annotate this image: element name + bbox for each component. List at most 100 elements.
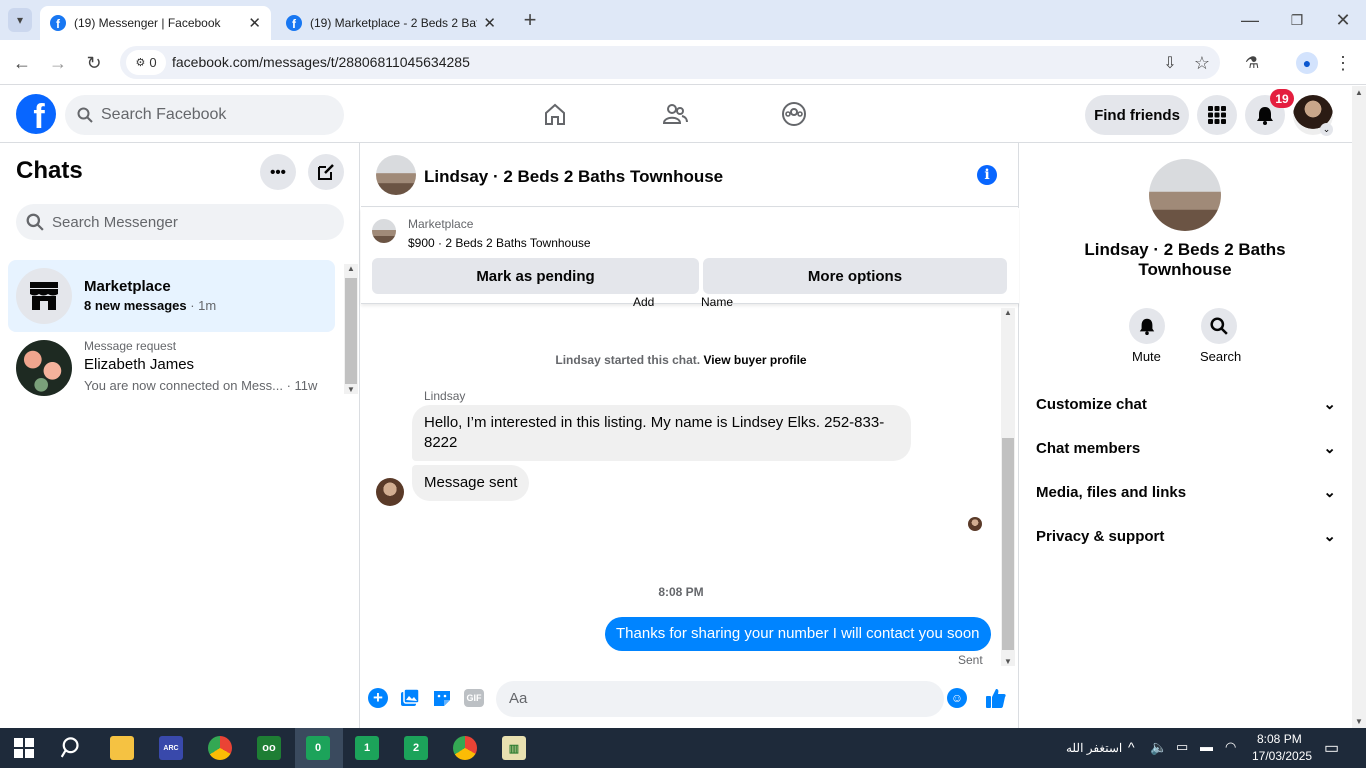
restore-icon[interactable]: ❐ — [1285, 8, 1309, 32]
install-app-icon[interactable]: ⇩ — [1158, 51, 1182, 75]
show-hidden-icons-icon[interactable]: ^ — [1128, 739, 1135, 755]
customize-chat-section[interactable]: Customize chat ⌄ — [1036, 392, 1336, 416]
volume-icon[interactable]: 🔈 — [1150, 739, 1167, 756]
page-scrollbar[interactable]: ▲ ▼ — [1352, 86, 1366, 728]
incoming-message[interactable]: Message sent — [412, 465, 530, 501]
marketplace-avatar — [16, 268, 72, 324]
chats-title: Chats — [16, 157, 83, 184]
taskbar-app-0[interactable]: 0 — [306, 736, 330, 760]
new-tab-icon[interactable]: + — [518, 7, 542, 32]
browser-toolbar: ← → ↻ ⚙ 0 facebook.com/messages/t/288068… — [0, 40, 1366, 85]
clipped-text-name: Name — [701, 295, 734, 307]
conversation-avatar[interactable] — [376, 155, 416, 195]
labs-flask-icon[interactable]: ⚗ — [1240, 51, 1264, 75]
privacy-support-section[interactable]: Privacy & support ⌄ — [1036, 524, 1336, 548]
more-options-button[interactable]: More options — [703, 258, 1007, 294]
mute-button[interactable] — [1129, 308, 1165, 344]
details-avatar[interactable] — [1149, 159, 1221, 231]
taskbar-search-icon[interactable] — [60, 736, 84, 760]
windows-start-icon[interactable] — [12, 736, 36, 760]
friends-icon[interactable] — [660, 99, 690, 129]
message-request-label: Message request — [84, 339, 177, 353]
conversation-panel: Lindsay · 2 Beds 2 Baths Townhouse i Mar… — [361, 143, 1019, 728]
emoji-icon[interactable]: ☺ — [946, 687, 968, 709]
minimize-icon[interactable]: — — [1238, 8, 1262, 32]
listing-title[interactable]: $900 · 2 Beds 2 Baths Townhouse — [408, 236, 591, 250]
reload-icon[interactable]: ↻ — [82, 51, 106, 75]
browser-menu-icon[interactable]: ⋮ — [1331, 51, 1355, 75]
message-input[interactable]: Aa — [496, 681, 944, 717]
close-window-icon[interactable]: ✕ — [1331, 8, 1355, 32]
groups-icon[interactable] — [779, 99, 809, 129]
close-tab-icon[interactable]: ✕ — [483, 14, 496, 32]
chrome-icon[interactable] — [208, 736, 232, 760]
outgoing-message[interactable]: Thanks for sharing your number I will co… — [605, 617, 991, 651]
mark-as-pending-button[interactable]: Mark as pending — [372, 258, 699, 294]
forward-icon[interactable]: → — [46, 51, 70, 75]
taskbar-app-2[interactable]: 2 — [404, 736, 428, 760]
home-icon[interactable] — [540, 99, 570, 129]
notifications-center-icon[interactable]: ▭ — [1324, 738, 1339, 758]
tab-marketplace[interactable]: f (19) Marketplace - 2 Beds 2 Bat ✕ — [276, 6, 506, 40]
loop-app-icon[interactable]: oo — [257, 736, 281, 760]
search-placeholder: Search Messenger — [52, 213, 178, 231]
chats-scrollbar[interactable]: ▲ ▼ — [344, 264, 358, 394]
site-info-button[interactable]: ⚙ 0 — [126, 50, 166, 75]
scroll-down-arrow-icon[interactable]: ▼ — [1355, 717, 1363, 726]
scroll-up-arrow-icon[interactable]: ▲ — [1004, 308, 1012, 317]
find-friends-button[interactable]: Find friends — [1085, 95, 1189, 135]
search-icon — [77, 107, 93, 123]
media-files-links-section[interactable]: Media, files and links ⌄ — [1036, 480, 1336, 504]
incoming-message[interactable]: Hello, I’m interested in this listing. M… — [412, 405, 911, 461]
chrome-icon-2[interactable] — [453, 736, 477, 760]
taskbar-app-1[interactable]: 1 — [355, 736, 379, 760]
wifi-icon[interactable]: ◠ — [1225, 739, 1236, 755]
conversation-header: Lindsay · 2 Beds 2 Baths Townhouse i — [361, 143, 1019, 207]
chat-item-marketplace[interactable]: Marketplace 8 new messages · 1m — [8, 260, 335, 332]
camera-icon[interactable]: ▭ — [1176, 739, 1188, 755]
menu-grid-button[interactable] — [1197, 95, 1237, 135]
conversation-scrollbar[interactable]: ▲ ▼ — [1001, 308, 1015, 666]
messenger-search-input[interactable]: Search Messenger — [16, 204, 344, 240]
scrollbar-thumb[interactable] — [345, 278, 357, 384]
new-message-button[interactable] — [308, 154, 344, 190]
facebook-search-input[interactable]: Search Facebook — [65, 95, 344, 135]
info-icon[interactable]: i — [977, 165, 997, 185]
view-buyer-profile-link[interactable]: View buyer profile — [703, 353, 806, 367]
attach-photo-icon[interactable] — [399, 687, 421, 709]
close-tab-icon[interactable]: ✕ — [248, 14, 261, 32]
facebook-logo-icon[interactable]: f — [16, 94, 56, 134]
conversation-title[interactable]: Lindsay · 2 Beds 2 Baths Townhouse — [424, 167, 723, 187]
chat-members-section[interactable]: Chat members ⌄ — [1036, 436, 1336, 460]
tab-search-icon[interactable]: ▾ — [8, 8, 32, 32]
clock-date[interactable]: 17/03/2025 — [1252, 749, 1312, 763]
sticker-icon[interactable] — [431, 687, 453, 709]
scrollbar-thumb[interactable] — [1002, 438, 1014, 650]
chat-item-elizabeth-james[interactable]: Message request Elizabeth James You are … — [8, 332, 335, 404]
address-bar[interactable]: ⚙ 0 facebook.com/messages/t/288068110456… — [120, 46, 1220, 79]
back-icon[interactable]: ← — [10, 51, 34, 75]
spreadsheet-app-icon[interactable]: ▥ — [502, 736, 526, 760]
scroll-up-arrow-icon[interactable]: ▲ — [347, 264, 355, 273]
bookmark-star-icon[interactable]: ☆ — [1190, 51, 1214, 75]
chat-time: · 1m — [186, 298, 217, 313]
thumbs-up-icon[interactable] — [985, 687, 1007, 709]
profile-icon[interactable]: ● — [1295, 51, 1319, 75]
scroll-down-arrow-icon[interactable]: ▼ — [347, 385, 355, 394]
sender-avatar[interactable] — [376, 478, 404, 506]
chat-preview: 8 new messages · 1m — [84, 298, 216, 313]
account-chevron-icon[interactable]: ⌄ — [1320, 123, 1333, 136]
tab-messenger[interactable]: f (19) Messenger | Facebook ✕ — [40, 6, 271, 40]
listing-thumbnail[interactable] — [372, 219, 396, 243]
message-timestamp: 8:08 PM — [658, 585, 704, 599]
more-actions-plus-icon[interactable]: + — [367, 687, 389, 709]
file-explorer-icon[interactable] — [110, 736, 134, 760]
arc-proxy-icon[interactable]: ARC — [159, 736, 183, 760]
clock-time[interactable]: 8:08 PM — [1257, 732, 1302, 746]
scroll-up-arrow-icon[interactable]: ▲ — [1355, 88, 1363, 97]
chats-options-button[interactable]: ••• — [260, 154, 296, 190]
gif-icon[interactable]: GIF — [463, 687, 485, 709]
battery-icon[interactable]: ▬ — [1200, 739, 1213, 754]
search-conversation-button[interactable] — [1201, 308, 1237, 344]
scroll-down-arrow-icon[interactable]: ▼ — [1004, 657, 1012, 666]
